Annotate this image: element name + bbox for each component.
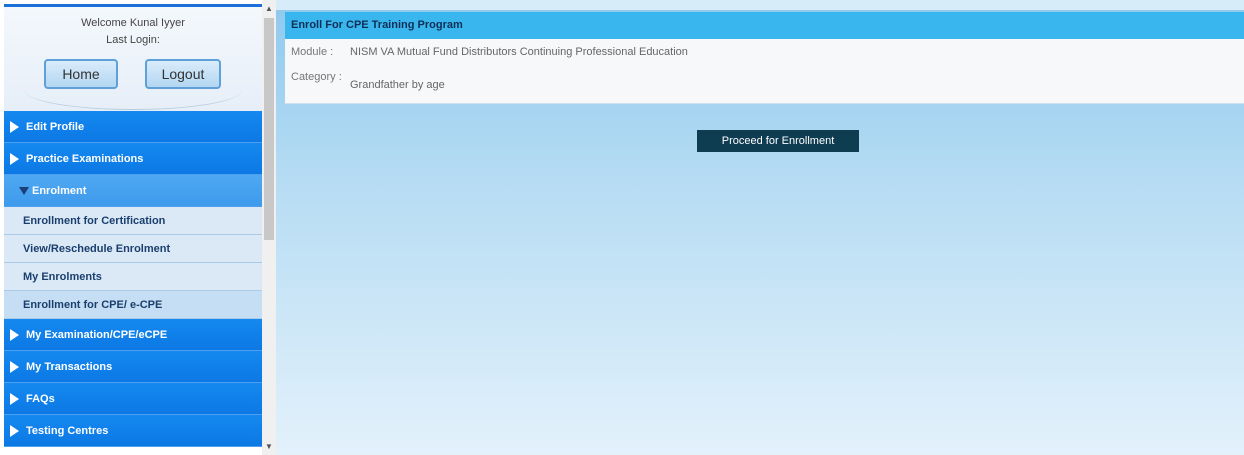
sidebar-item-label: Testing Centres: [26, 425, 109, 437]
sidebar-subitem-enrollment-for-cpe[interactable]: Enrollment for CPE/ e-CPE: [4, 291, 262, 319]
module-value: NISM VA Mutual Fund Distributors Continu…: [350, 46, 688, 58]
sidebar-subitem-enrollment-for-certification[interactable]: Enrollment for Certification: [4, 207, 262, 235]
arrow-right-icon: [10, 361, 19, 373]
decorative-divider: [24, 89, 242, 110]
welcome-panel: Welcome Kunal Iyyer Last Login: Home Log…: [4, 7, 262, 111]
home-button[interactable]: Home: [44, 59, 118, 89]
sidebar-item-label: My Examination/CPE/eCPE: [26, 329, 168, 341]
sidebar-item-label: My Transactions: [26, 361, 113, 373]
arrow-right-icon: [10, 153, 19, 165]
arrow-right-icon: [10, 329, 19, 341]
arrow-right-icon: [10, 393, 19, 405]
arrow-right-icon: [10, 425, 19, 437]
last-login-text: Last Login:: [106, 34, 160, 46]
sidebar-item-testing-centres[interactable]: Testing Centres: [4, 415, 262, 447]
sidebar-subitem-view-reschedule-enrolment[interactable]: View/Reschedule Enrolment: [4, 235, 262, 263]
scroll-up-icon[interactable]: ▲: [262, 4, 276, 13]
sidebar-item-label: Practice Examinations: [26, 153, 144, 165]
proceed-for-enrollment-button[interactable]: Proceed for Enrollment: [697, 130, 859, 152]
enroll-panel: Enroll For CPE Training Program Module :…: [285, 12, 1244, 104]
sidebar-item-edit-profile[interactable]: Edit Profile: [4, 111, 262, 143]
module-label: Module :: [291, 46, 334, 58]
sidebar-item-my-transactions[interactable]: My Transactions: [4, 351, 262, 383]
scroll-thumb[interactable]: [264, 18, 274, 240]
main-content: Enroll For CPE Training Program Module :…: [276, 0, 1244, 455]
sidebar-item-label: FAQs: [26, 393, 55, 405]
sidebar-item-enrolment[interactable]: Enrolment: [4, 175, 262, 207]
panel-title: Enroll For CPE Training Program: [285, 12, 1244, 39]
arrow-down-icon: [19, 187, 29, 195]
welcome-text: Welcome Kunal Iyyer: [81, 17, 185, 29]
top-stripe: [276, 0, 1244, 10]
scroll-down-icon[interactable]: ▼: [262, 442, 276, 451]
sidebar-item-faqs[interactable]: FAQs: [4, 383, 262, 415]
sidebar-item-my-examination[interactable]: My Examination/CPE/eCPE: [4, 319, 262, 351]
sidebar-item-label: Edit Profile: [26, 121, 85, 133]
category-value: Grandfather by age: [350, 79, 445, 91]
sidebar-menu: Edit Profile Practice Examinations Enrol…: [4, 111, 262, 447]
sidebar-item-label: Enrolment: [32, 185, 87, 197]
logout-button[interactable]: Logout: [145, 59, 221, 89]
sidebar: Welcome Kunal Iyyer Last Login: Home Log…: [0, 0, 262, 455]
sidebar-item-practice-examinations[interactable]: Practice Examinations: [4, 143, 262, 175]
category-label: Category :: [291, 71, 342, 83]
arrow-right-icon: [10, 121, 19, 133]
sidebar-subitem-my-enrolments[interactable]: My Enrolments: [4, 263, 262, 291]
sidebar-scrollbar[interactable]: ▲ ▼: [262, 0, 276, 455]
